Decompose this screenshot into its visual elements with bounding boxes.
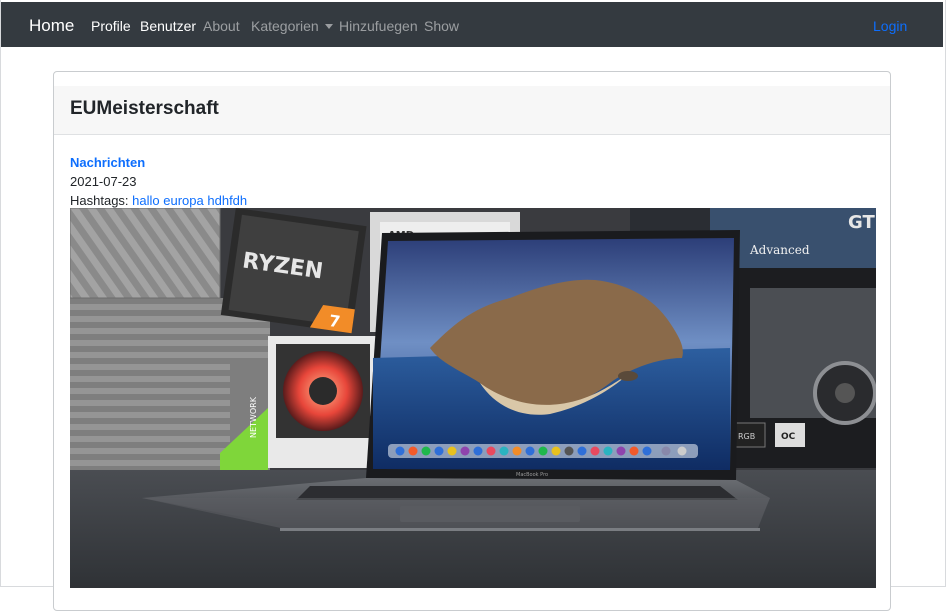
caret-down-icon [324,24,333,29]
hashtag-link[interactable]: europa [163,193,203,208]
nav-link-hinzufuegen[interactable]: Hinzufuegen [339,18,418,34]
nav-dropdown-kategorien[interactable]: Kategorien [251,18,333,34]
hashtags-label: Hashtags: [70,193,129,208]
nav-link-benutzer[interactable]: Benutzer [140,18,196,34]
post-hashtags: Hashtags: hallo europa hdhfdh [70,193,247,208]
card-header: EUMeisterschaft [54,86,890,135]
gpu-box-label: GT [848,212,875,233]
laptop-label: MacBook Pro [516,472,548,478]
post-image: RYZEN 7 AMD GT Advanced RGB OC [70,208,876,588]
post-category-link[interactable]: Nachrichten [70,155,145,170]
nav-link-profile[interactable]: Profile [91,18,131,34]
rgb-label: RGB [738,432,755,441]
side-box-label: NETWORK [249,396,258,438]
nav-brand-home[interactable]: Home [29,16,74,36]
nav-link-show[interactable]: Show [424,18,459,34]
oc-label: OC [781,432,796,442]
nav-login-link[interactable]: Login [873,18,907,34]
post-title: EUMeisterschaft [70,98,219,119]
post-card: EUMeisterschaft Nachrichten 2021-07-23 H… [53,71,891,611]
hashtag-link[interactable]: hdhfdh [207,193,247,208]
nav-dropdown-label: Kategorien [251,18,319,34]
nav-link-about[interactable]: About [203,18,240,34]
post-date: 2021-07-23 [70,174,137,189]
gpu-box-sub: Advanced [749,243,810,257]
hashtag-link[interactable]: hallo [132,193,159,208]
top-navbar: Home Profile Benutzer About Kategorien H… [1,2,943,47]
